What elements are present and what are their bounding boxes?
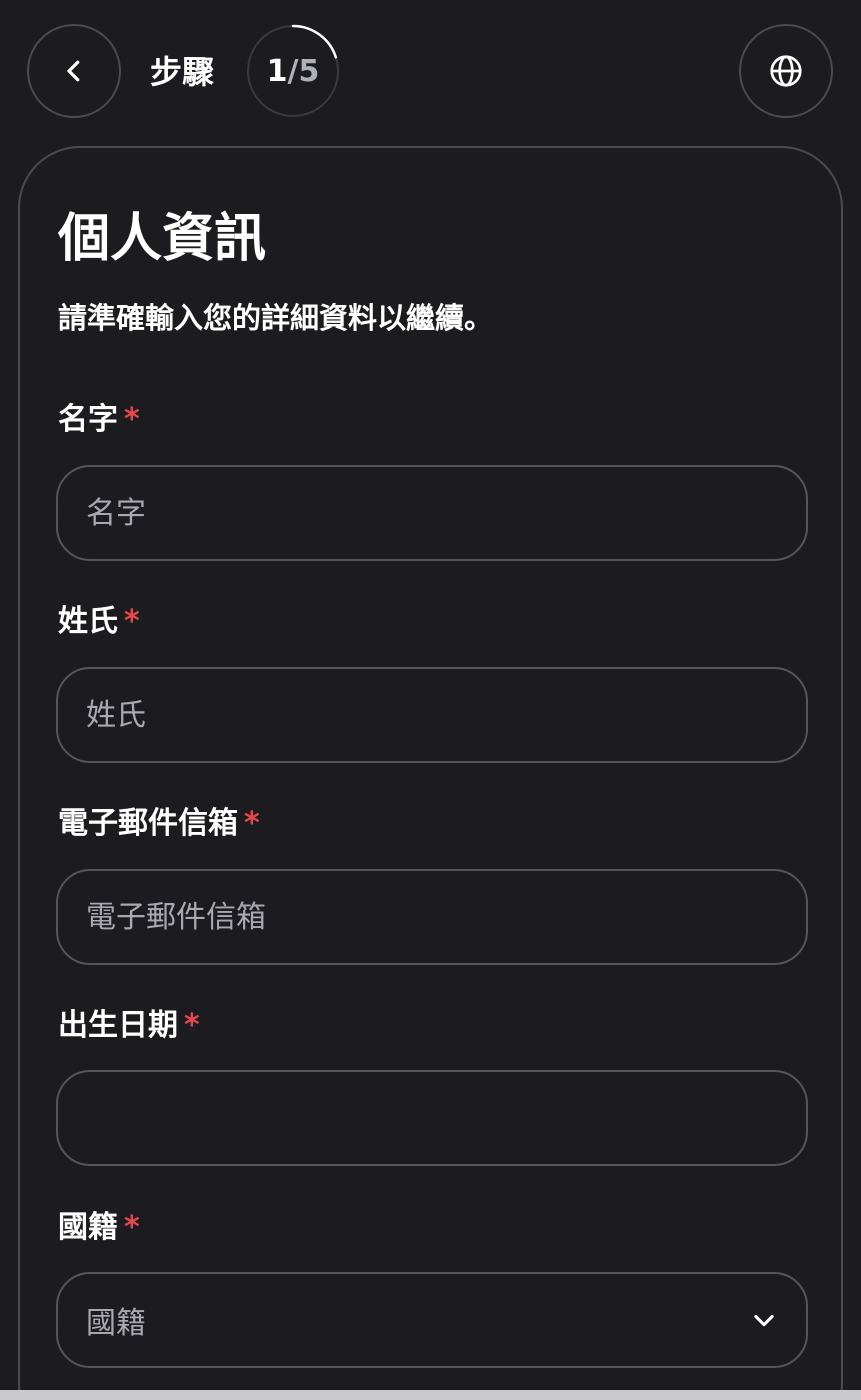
birth-date-input[interactable] [56, 1070, 808, 1166]
step-total: 5 [298, 53, 320, 89]
nationality-label: 國籍 * [58, 1206, 140, 1250]
step-separator: / [287, 53, 299, 89]
first-name-label-text: 名字 [58, 402, 118, 437]
bottom-edge-bar [0, 1390, 861, 1400]
email-label: 電子郵件信箱 * [58, 802, 260, 846]
last-name-label: 姓氏 * [58, 600, 140, 644]
step-label: 步驟 [150, 53, 215, 91]
birth-date-label-text: 出生日期 [58, 1008, 178, 1043]
page-subtitle: 請準確輸入您的詳細資料以繼續。 [58, 301, 494, 335]
step-progress-indicator: 1 / 5 [246, 24, 340, 118]
required-mark: * [184, 1008, 200, 1043]
first-name-label: 名字 * [58, 398, 140, 442]
required-mark: * [244, 806, 260, 841]
birth-date-label: 出生日期 * [58, 1004, 200, 1048]
chevron-down-icon [754, 1314, 774, 1327]
globe-icon [770, 55, 802, 87]
language-button[interactable] [739, 24, 833, 118]
nationality-select-value: 國籍 [86, 1306, 146, 1341]
required-mark: * [124, 402, 140, 437]
personal-info-card: 個人資訊 請準確輸入您的詳細資料以繼續。 名字* 姓氏* 電子郵件信箱* 出生日… [18, 146, 843, 1400]
step-current: 1 [266, 53, 288, 89]
back-button[interactable] [27, 24, 121, 118]
email-label-text: 電子郵件信箱 [58, 806, 238, 841]
page-title: 個人資訊 [58, 209, 267, 269]
page: 步驟 1 / 5 個人資訊 請準確輸入您的詳細資料以繼續。 名字 * 名字 姓氏… [0, 0, 861, 1400]
required-mark: * [124, 1210, 140, 1245]
email-input[interactable] [56, 869, 808, 965]
nationality-label-text: 國籍 [58, 1210, 118, 1245]
required-mark: * [124, 604, 140, 639]
header: 步驟 1 / 5 [0, 0, 861, 140]
last-name-input[interactable] [56, 667, 808, 763]
first-name-input[interactable] [56, 465, 808, 561]
chevron-left-icon [67, 60, 80, 82]
last-name-label-text: 姓氏 [58, 604, 118, 639]
nationality-select[interactable]: 國籍 [56, 1272, 808, 1368]
step-count: 1 / 5 [246, 24, 340, 118]
